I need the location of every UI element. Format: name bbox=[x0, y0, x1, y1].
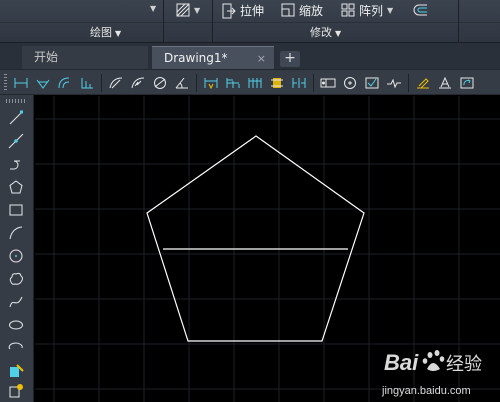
ribbon-separator bbox=[458, 0, 459, 43]
offset-button[interactable] bbox=[413, 0, 427, 20]
inspect-icon[interactable] bbox=[361, 73, 383, 93]
center-mark-icon[interactable] bbox=[339, 73, 361, 93]
toolbar-grip[interactable] bbox=[6, 99, 26, 103]
jogged-linear-icon[interactable] bbox=[383, 73, 405, 93]
modify-panel-text: 修改 bbox=[310, 26, 332, 39]
stretch-label: 拉伸 bbox=[240, 3, 265, 18]
draw-panel-label[interactable]: 绘图 ▼ bbox=[90, 24, 121, 41]
array-dropdown-arrow[interactable]: ▼ bbox=[387, 6, 393, 15]
toolbar-separator bbox=[196, 74, 197, 92]
ellipse-icon[interactable] bbox=[6, 315, 26, 335]
hatch-tool[interactable]: ▼ bbox=[176, 0, 200, 20]
toolbar-separator bbox=[313, 74, 314, 92]
svg-text:经验: 经验 bbox=[446, 354, 482, 374]
dim-space-icon[interactable] bbox=[266, 73, 288, 93]
hatch-dropdown-arrow[interactable]: ▼ bbox=[194, 6, 200, 15]
offset-icon bbox=[413, 3, 427, 17]
tab-drawing1-label: Drawing1* bbox=[164, 51, 228, 65]
arc-length-icon[interactable] bbox=[54, 73, 76, 93]
construction-line-icon[interactable] bbox=[6, 131, 26, 151]
stretch-icon bbox=[222, 3, 236, 19]
polyline-icon[interactable] bbox=[6, 154, 26, 174]
toolbar-grip[interactable] bbox=[4, 74, 7, 92]
ribbon-separator bbox=[212, 0, 213, 43]
ribbon-separator bbox=[163, 0, 164, 43]
chevron-down-icon: ▼ bbox=[335, 29, 342, 38]
scale-label: 缩放 bbox=[299, 3, 324, 18]
baidu-logo: Bai 经验 jingyan.baidu.com bbox=[381, 350, 482, 397]
chevron-down-icon: ▼ bbox=[115, 29, 122, 38]
toolbar-separator bbox=[408, 74, 409, 92]
draw-panel-text: 绘图 bbox=[90, 26, 112, 39]
continue-dim-icon[interactable] bbox=[244, 73, 266, 93]
ribbon-divider bbox=[0, 22, 500, 23]
diameter-dim-icon[interactable] bbox=[149, 73, 171, 93]
insert-block-icon[interactable] bbox=[6, 361, 26, 381]
arc-icon[interactable] bbox=[6, 223, 26, 243]
new-tab-button[interactable]: + bbox=[280, 51, 300, 67]
quick-dim-icon[interactable] bbox=[200, 73, 222, 93]
svg-text:Bai: Bai bbox=[384, 350, 419, 375]
scale-icon bbox=[281, 3, 295, 17]
file-tab-bar: 开始 Drawing1* × + bbox=[0, 43, 500, 69]
ordinate-dim-icon[interactable] bbox=[76, 73, 98, 93]
dim-edit-icon[interactable] bbox=[412, 73, 434, 93]
draw-dropdown-arrow[interactable]: ▼ bbox=[150, 4, 156, 13]
tolerance-icon[interactable] bbox=[317, 73, 339, 93]
ellipse-arc-icon[interactable] bbox=[6, 338, 26, 358]
circle-icon[interactable] bbox=[6, 246, 26, 266]
stretch-button[interactable]: 拉伸 bbox=[222, 0, 264, 20]
array-button[interactable]: 阵列 ▼ bbox=[341, 0, 393, 20]
dimension-toolbar bbox=[0, 69, 500, 95]
baseline-dim-icon[interactable] bbox=[222, 73, 244, 93]
jogged-dim-icon[interactable] bbox=[127, 73, 149, 93]
dim-break-icon[interactable] bbox=[288, 73, 310, 93]
line-icon[interactable] bbox=[6, 108, 26, 128]
dim-text-edit-icon[interactable] bbox=[434, 73, 456, 93]
toolbar-separator bbox=[101, 74, 102, 92]
linear-dim-icon[interactable] bbox=[10, 73, 32, 93]
modify-panel-label[interactable]: 修改 ▼ bbox=[310, 24, 341, 41]
rectangle-icon[interactable] bbox=[6, 200, 26, 220]
array-icon bbox=[341, 3, 355, 17]
close-icon[interactable]: × bbox=[257, 47, 266, 70]
aligned-dim-icon[interactable] bbox=[32, 73, 54, 93]
tab-start[interactable]: 开始 bbox=[22, 46, 148, 69]
hatch-icon bbox=[176, 3, 190, 17]
spline-icon[interactable] bbox=[6, 292, 26, 312]
tab-start-label: 开始 bbox=[34, 50, 59, 64]
ribbon: ▼ ▼ 拉伸 缩放 阵列 ▼ 绘图 ▼ 修改 ▼ bbox=[0, 0, 500, 43]
baidu-jingyan-watermark: Bai 经验 jingyan.baidu.com bbox=[380, 340, 498, 400]
array-label: 阵列 bbox=[359, 3, 384, 18]
svg-text:jingyan.baidu.com: jingyan.baidu.com bbox=[381, 385, 471, 397]
draw-toolbar bbox=[0, 95, 34, 402]
polygon-icon[interactable] bbox=[6, 177, 26, 197]
pentagon-shape[interactable] bbox=[146, 135, 365, 342]
angular-dim-icon[interactable] bbox=[171, 73, 193, 93]
scale-button[interactable]: 缩放 bbox=[281, 0, 323, 20]
tab-drawing1[interactable]: Drawing1* × bbox=[152, 46, 274, 69]
revision-cloud-icon[interactable] bbox=[6, 269, 26, 289]
radius-dim-icon[interactable] bbox=[105, 73, 127, 93]
dim-update-icon[interactable] bbox=[456, 73, 478, 93]
make-block-icon[interactable] bbox=[6, 381, 26, 401]
